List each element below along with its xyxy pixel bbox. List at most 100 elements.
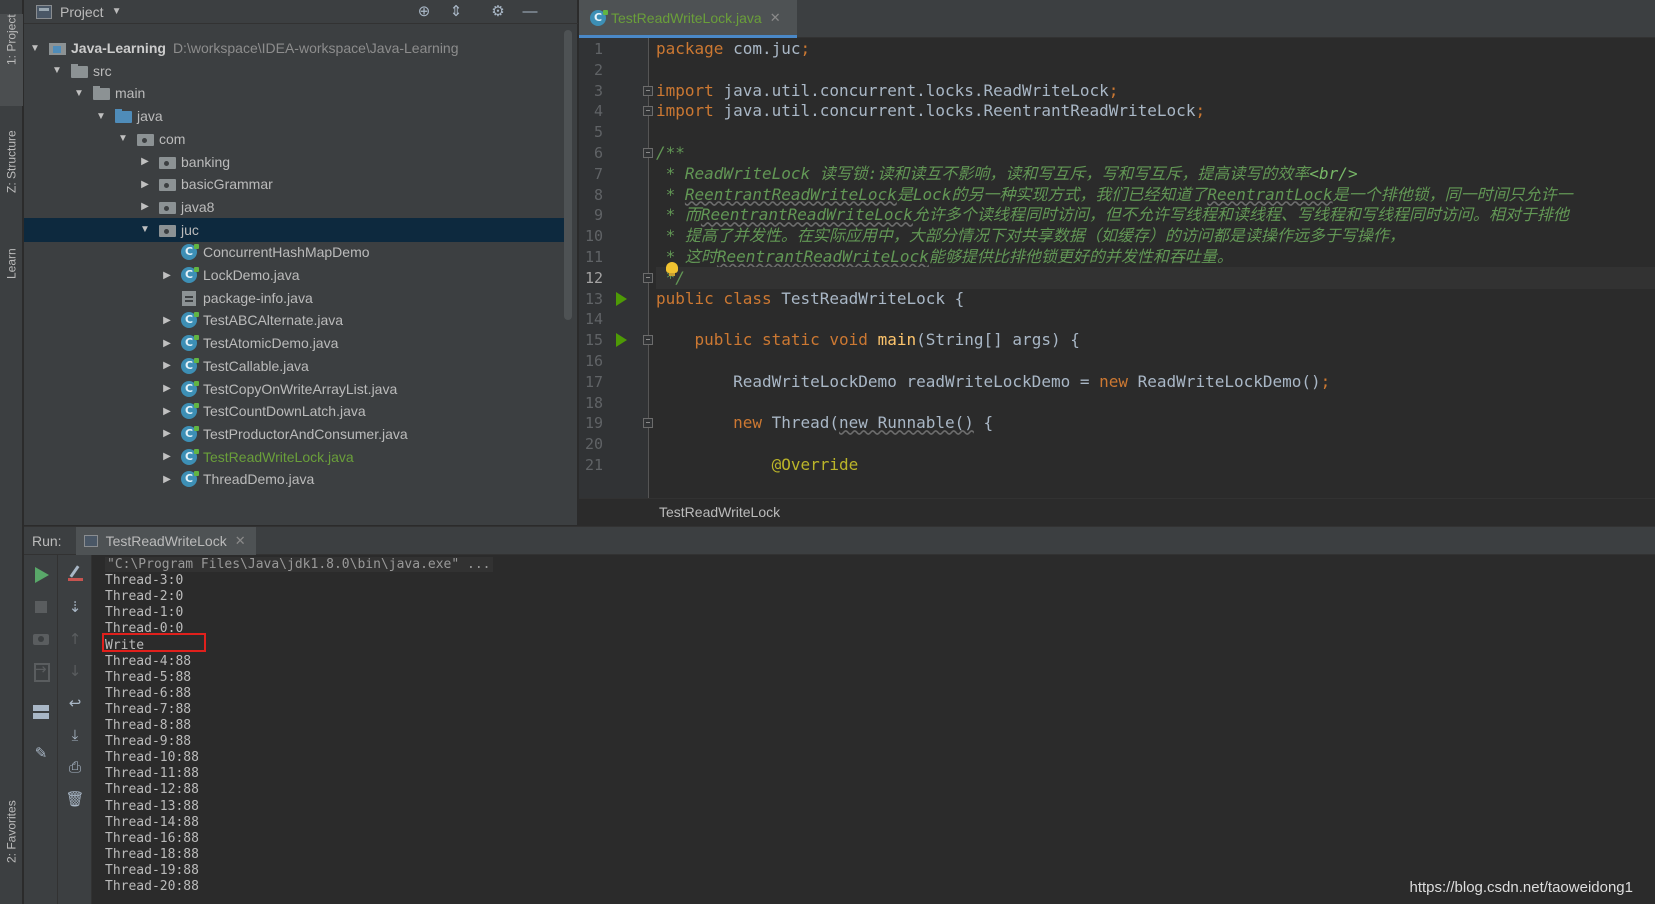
- collapsed-arrow-icon[interactable]: ▶: [160, 360, 174, 371]
- line-number: 9: [593, 206, 603, 225]
- tree-item[interactable]: ▶ TestAtomicDemo.java: [24, 331, 564, 355]
- rerun-icon[interactable]: [31, 565, 51, 585]
- class-icon: [180, 380, 199, 397]
- project-tree-scrollbar[interactable]: [564, 30, 572, 320]
- code-token: java.util.concurrent.locks.ReentrantRead…: [723, 101, 1196, 121]
- lightbulb-icon[interactable]: [666, 262, 678, 276]
- collapsed-arrow-icon[interactable]: ▶: [160, 315, 174, 326]
- run-gutter-icon[interactable]: [616, 291, 627, 306]
- trash-icon[interactable]: 🗑: [65, 789, 85, 809]
- collapsed-arrow-icon[interactable]: ▶: [160, 383, 174, 394]
- sort-icon[interactable]: ⇣: [65, 597, 85, 617]
- run-panel-header: Run: TestReadWriteLock ✕: [24, 526, 1655, 555]
- tree-item[interactable]: ▶ basicGrammar: [24, 172, 564, 196]
- editor-breadcrumb[interactable]: TestReadWriteLock: [579, 498, 1655, 525]
- tree-item[interactable]: ▶ java8: [24, 195, 564, 219]
- tree-item[interactable]: ▶ banking: [24, 150, 564, 174]
- collapsed-arrow-icon[interactable]: ▶: [160, 270, 174, 281]
- tree-item[interactable]: ▶ TestProductorAndConsumer.java: [24, 422, 564, 446]
- expanded-arrow-icon[interactable]: ▼: [28, 43, 42, 54]
- up-arrow-icon[interactable]: ↑: [65, 629, 85, 649]
- console-text: Thread-13:88: [105, 798, 199, 814]
- code-area[interactable]: package com.juc; import java.util.concurr…: [656, 38, 1655, 498]
- exit-icon[interactable]: [31, 660, 51, 682]
- collapsed-arrow-icon[interactable]: ▶: [160, 451, 174, 462]
- collapsed-arrow-icon[interactable]: ▶: [160, 428, 174, 439]
- camera-icon[interactable]: [31, 629, 51, 649]
- clear-console-icon[interactable]: [65, 565, 85, 585]
- tree-item[interactable]: ▶ ThreadDemo.java: [24, 467, 564, 491]
- tree-item[interactable]: ▼ src: [24, 59, 564, 83]
- structure-tool-tab[interactable]: Z: Structure: [0, 130, 23, 225]
- tree-item[interactable]: ▼ com: [24, 127, 564, 151]
- expanded-arrow-icon[interactable]: ▼: [72, 88, 86, 99]
- fold-marker-icon[interactable]: [643, 106, 653, 117]
- code-token: /**: [656, 143, 685, 162]
- learn-tool-tab[interactable]: Learn: [0, 248, 23, 308]
- expanded-arrow-icon[interactable]: ▼: [138, 224, 152, 235]
- close-icon[interactable]: ✕: [770, 10, 781, 26]
- console-line: Thread-3:0: [105, 573, 183, 589]
- gear-icon[interactable]: ⚙: [488, 2, 508, 22]
- class-icon: [180, 403, 199, 420]
- tree-item[interactable]: ConcurrentHashMapDemo: [24, 240, 564, 264]
- tree-item-label: basicGrammar: [181, 176, 273, 193]
- tree-item[interactable]: ▶ TestCallable.java: [24, 354, 564, 378]
- code-token: ReentrantReadWriteLock: [684, 184, 897, 204]
- console-command-line: "C:\Program Files\Java\jdk1.8.0\bin\java…: [105, 557, 493, 573]
- project-tool-tab[interactable]: 1: Project: [0, 14, 23, 106]
- collapse-all-icon[interactable]: ⇕: [446, 2, 466, 22]
- package-icon: [158, 154, 176, 170]
- fold-marker-icon[interactable]: [643, 335, 653, 346]
- run-tab-testreadwritelock[interactable]: TestReadWriteLock ✕: [75, 526, 256, 555]
- scroll-to-end-icon[interactable]: ⤓: [65, 725, 85, 745]
- tree-item[interactable]: ▶ TestReadWriteLock.java: [24, 445, 564, 469]
- soft-wrap-icon[interactable]: ↩: [65, 693, 85, 713]
- tree-item[interactable]: ▶ TestABCAlternate.java: [24, 308, 564, 332]
- run-gutter-icon[interactable]: [616, 333, 627, 348]
- line-number: 21: [584, 456, 603, 474]
- fold-marker-icon[interactable]: [643, 272, 653, 283]
- tree-item[interactable]: ▼ java: [24, 104, 564, 128]
- expanded-arrow-icon[interactable]: ▼: [116, 133, 130, 144]
- pin-icon[interactable]: ✎: [31, 743, 51, 763]
- down-arrow-icon[interactable]: ↓: [65, 661, 85, 681]
- collapsed-arrow-icon[interactable]: ▶: [160, 406, 174, 417]
- print-icon[interactable]: ⎙: [65, 757, 85, 777]
- tree-item[interactable]: ▶ TestCopyOnWriteArrayList.java: [24, 377, 564, 401]
- fold-marker-icon[interactable]: [643, 418, 653, 429]
- collapsed-arrow-icon[interactable]: ▶: [138, 179, 152, 190]
- layout-icon[interactable]: [31, 701, 51, 721]
- code-line: @Override: [656, 454, 1655, 476]
- collapsed-arrow-icon[interactable]: ▶: [138, 156, 152, 167]
- project-view-selector[interactable]: Project: [60, 4, 104, 20]
- close-icon[interactable]: ✕: [235, 533, 246, 549]
- chevron-down-icon[interactable]: ▼: [112, 6, 122, 17]
- console-output[interactable]: "C:\Program Files\Java\jdk1.8.0\bin\java…: [102, 555, 1642, 904]
- fold-marker-icon[interactable]: [643, 148, 653, 158]
- tree-item[interactable]: ▼ Java-Learning D:\workspace\IDEA-workspac…: [24, 38, 564, 60]
- collapsed-arrow-icon[interactable]: ▶: [160, 338, 174, 349]
- tree-item[interactable]: package-info.java: [24, 286, 564, 310]
- tree-item[interactable]: ▶ LockDemo.java: [24, 263, 564, 287]
- structure-tab-label: Z: Structure: [4, 130, 19, 193]
- expanded-arrow-icon[interactable]: ▼: [94, 111, 108, 122]
- hide-panel-icon[interactable]: —: [520, 2, 540, 22]
- editor-tab-testreadwritelock[interactable]: TestReadWriteLock.java ✕: [579, 0, 797, 38]
- tree-item[interactable]: ▶ TestCountDownLatch.java: [24, 399, 564, 423]
- tree-item[interactable]: ▼ juc: [24, 217, 564, 242]
- collapsed-arrow-icon[interactable]: ▶: [160, 474, 174, 485]
- tree-item[interactable]: ▼ main: [24, 81, 564, 105]
- collapsed-arrow-icon[interactable]: ▶: [138, 201, 152, 212]
- fold-marker-icon[interactable]: [643, 85, 653, 96]
- stop-icon[interactable]: [31, 597, 51, 617]
- favorites-tool-tab[interactable]: 2: Favorites: [0, 800, 23, 896]
- expanded-arrow-icon[interactable]: ▼: [50, 65, 64, 76]
- code-token: ReadWriteLockDemo readWriteLockDemo =: [656, 371, 1100, 391]
- locate-file-icon[interactable]: ⊕: [414, 2, 434, 22]
- code-line: * ReentrantReadWriteLock是Lock的另一种实现方式，我们…: [656, 184, 1655, 206]
- line-number: 19: [584, 414, 603, 433]
- console-text: "C:\Program Files\Java\jdk1.8.0\bin\java…: [105, 557, 493, 572]
- line-number: 17: [584, 372, 603, 391]
